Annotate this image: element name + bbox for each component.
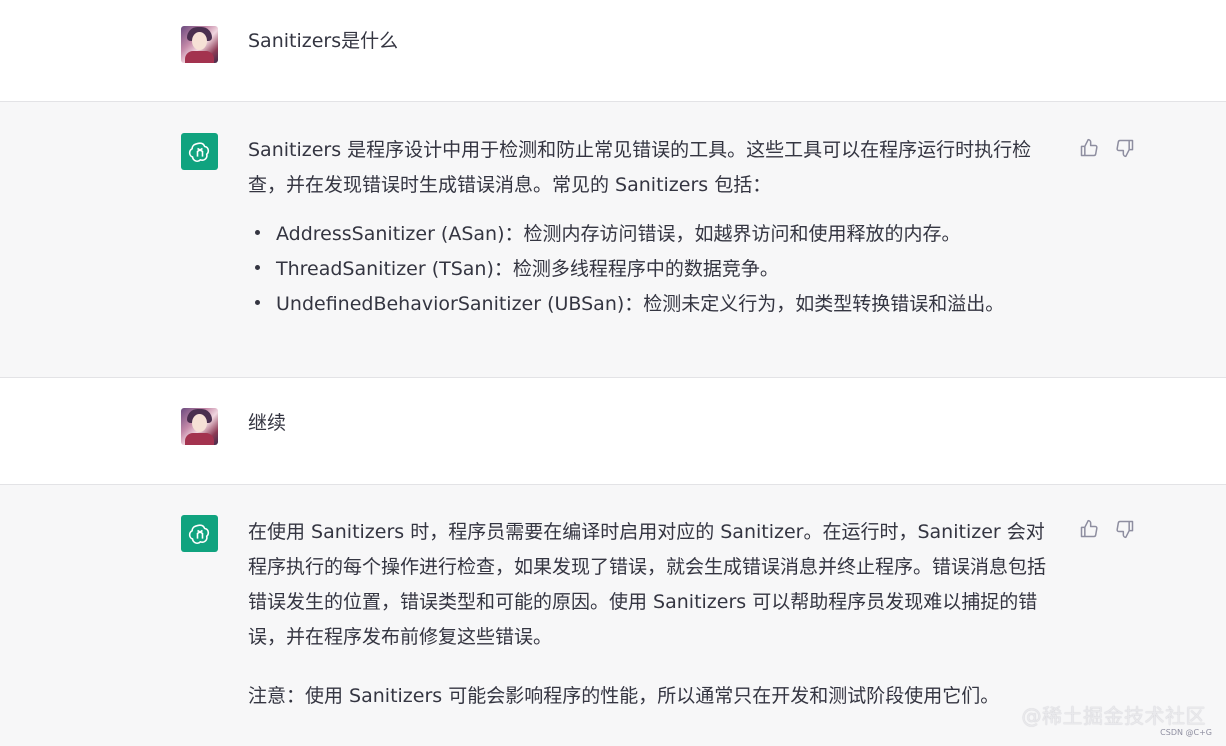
openai-logo-icon — [181, 133, 218, 170]
assistant-message-1: Sanitizers 是程序设计中用于检测和防止常见错误的工具。这些工具可以在程… — [0, 101, 1226, 378]
thumbs-down-icon[interactable] — [1114, 518, 1135, 539]
user-message-text: Sanitizers是什么 — [248, 30, 399, 52]
list-item: UndefinedBehaviorSanitizer (UBSan)：检测未定义… — [248, 287, 1058, 322]
user-message-2: 继续 — [0, 378, 1226, 484]
assistant-message-text: Sanitizers 是程序设计中用于检测和防止常见错误的工具。这些工具可以在程… — [248, 133, 1058, 322]
user-message-text: 继续 — [248, 412, 287, 434]
assistant-paragraph: 注意：使用 Sanitizers 可能会影响程序的性能，所以通常只在开发和测试阶… — [248, 685, 1000, 707]
footer-mark: CSDN @C+G — [1160, 728, 1212, 737]
assistant-message-text: 在使用 Sanitizers 时，程序员需要在编译时启用对应的 Sanitize… — [248, 515, 1058, 714]
user-avatar — [181, 408, 218, 445]
user-message-1: Sanitizers是什么 — [0, 0, 1226, 101]
feedback-buttons — [1078, 518, 1135, 539]
thumbs-down-icon[interactable] — [1114, 137, 1135, 158]
thumbs-up-icon[interactable] — [1078, 518, 1099, 539]
list-item: ThreadSanitizer (TSan)：检测多线程程序中的数据竞争。 — [248, 252, 1058, 287]
thumbs-up-icon[interactable] — [1078, 137, 1099, 158]
assistant-paragraph: 在使用 Sanitizers 时，程序员需要在编译时启用对应的 Sanitize… — [248, 521, 1047, 648]
list-item: AddressSanitizer (ASan)：检测内存访问错误，如越界访问和使… — [248, 217, 1058, 252]
feedback-buttons — [1078, 137, 1135, 158]
openai-logo-icon — [181, 515, 218, 552]
assistant-paragraph: Sanitizers 是程序设计中用于检测和防止常见错误的工具。这些工具可以在程… — [248, 139, 1032, 196]
watermark: @稀土掘金技术社区 — [1021, 704, 1206, 728]
bullet-list: AddressSanitizer (ASan)：检测内存访问错误，如越界访问和使… — [248, 217, 1058, 322]
user-avatar — [181, 26, 218, 63]
